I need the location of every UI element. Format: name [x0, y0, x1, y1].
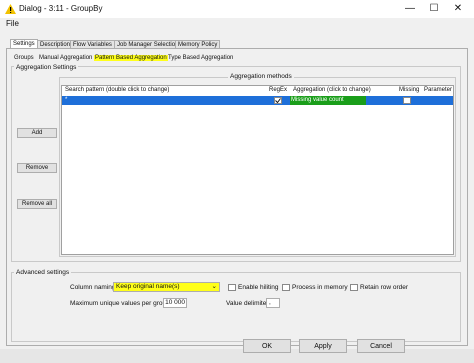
column-header-parameter[interactable]: Parameter [424, 86, 452, 95]
value-delimiter-label: Value delimiter [226, 300, 269, 307]
app-warning-icon [5, 4, 16, 14]
regex-checkbox[interactable] [274, 97, 282, 104]
max-unique-values-input[interactable]: 10 000 [163, 298, 187, 308]
enable-hiliting-label: Enable hiliting [238, 284, 279, 291]
table-row[interactable] [62, 96, 453, 105]
minimize-icon[interactable]: — [398, 2, 422, 16]
subtab-manual-aggregation[interactable]: Manual Aggregation [39, 55, 92, 61]
aggregation-methods-title: Aggregation methods [228, 73, 294, 80]
remove-button[interactable]: Remove [17, 163, 57, 173]
cancel-button[interactable]: Cancel [357, 339, 405, 353]
remove-all-button[interactable]: Remove all [17, 199, 57, 209]
process-in-memory-checkbox[interactable] [282, 284, 290, 291]
menu-file[interactable]: File [6, 19, 19, 28]
column-header-regex[interactable]: RegEx [269, 86, 287, 95]
chevron-down-icon: ⌄ [211, 283, 217, 290]
column-header-missing[interactable]: Missing [399, 86, 419, 95]
ok-button[interactable]: OK [243, 339, 291, 353]
column-header-search-pattern[interactable]: Search pattern (double click to change) [65, 86, 169, 95]
window-title: Dialog - 3:11 - GroupBy [19, 4, 103, 13]
subtab-pattern-based-aggregation[interactable]: Pattern Based Aggregation [94, 55, 168, 61]
value-delimiter-input[interactable]: , [266, 298, 280, 308]
missing-checkbox[interactable] [403, 97, 411, 104]
advanced-settings-title: Advanced settings [14, 269, 72, 276]
cell-pattern[interactable]: * [65, 96, 67, 105]
advanced-settings-group [11, 272, 461, 342]
subtab-type-based-aggregation[interactable]: Type Based Aggregation [168, 55, 233, 61]
aggregation-settings-title: Aggregation Settings [14, 64, 79, 71]
column-naming-select[interactable]: Keep original name(s) ⌄ [113, 282, 220, 292]
retain-row-order-checkbox[interactable] [350, 284, 358, 291]
process-in-memory-label: Process in memory [292, 284, 348, 291]
add-button[interactable]: Add [17, 128, 57, 138]
aggregation-table[interactable] [61, 85, 454, 255]
column-naming-label: Column naming: [70, 284, 118, 291]
cell-aggregation[interactable]: Missing value count [290, 96, 366, 105]
subtab-groups[interactable]: Groups [14, 55, 34, 61]
maximize-icon[interactable]: ☐ [422, 2, 446, 16]
column-header-aggregation[interactable]: Aggregation (click to change) [293, 86, 371, 95]
retain-row-order-label: Retain row order [360, 284, 409, 291]
enable-hiliting-checkbox[interactable] [228, 284, 236, 291]
column-naming-value: Keep original name(s) [116, 283, 180, 290]
close-icon[interactable]: ✕ [446, 2, 470, 16]
menu-bar [0, 18, 474, 30]
apply-button[interactable]: Apply [299, 339, 347, 353]
max-unique-values-label: Maximum unique values per group [70, 300, 170, 307]
